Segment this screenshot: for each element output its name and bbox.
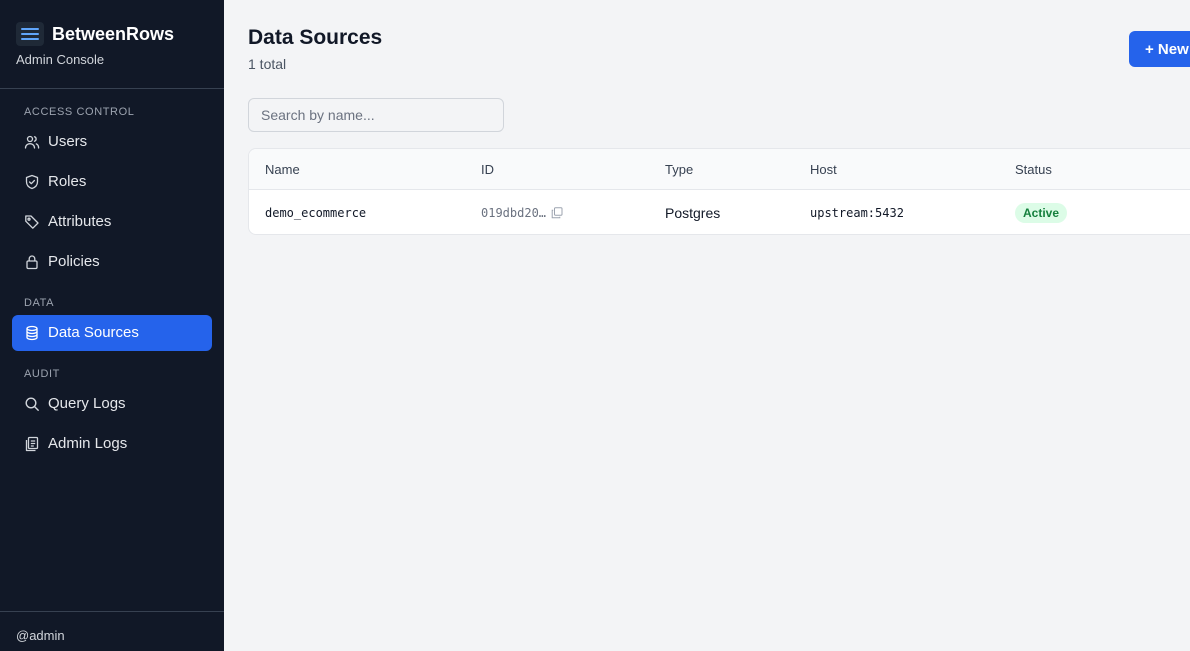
tag-icon xyxy=(25,215,39,229)
column-header-type[interactable]: Type xyxy=(665,162,693,177)
sidebar: BetweenRows Admin Console ACCESS CONTROL… xyxy=(0,0,224,651)
column-header-name[interactable]: Name xyxy=(265,162,300,177)
sidebar-item-data-sources[interactable]: Data Sources xyxy=(12,315,212,351)
sidebar-item-query-logs[interactable]: Query Logs xyxy=(12,386,212,422)
column-header-status[interactable]: Status xyxy=(1015,162,1052,177)
sidebar-item-attributes[interactable]: Attributes xyxy=(12,204,212,240)
lock-icon xyxy=(26,255,38,270)
search-icon xyxy=(25,397,39,411)
cell-id: 019dbd20… xyxy=(481,206,547,220)
cell-host: upstream:5432 xyxy=(810,206,904,220)
search-input[interactable] xyxy=(248,98,504,132)
sidebar-item-policies[interactable]: Policies xyxy=(12,244,212,280)
new-data-source-button[interactable]: + New xyxy=(1129,31,1190,67)
table-row[interactable]: demo_ecommerce 019dbd20… Postgres upstre… xyxy=(249,190,1190,234)
data-sources-table: Name ID Type Host Status demo_ecommerce … xyxy=(248,148,1190,235)
section-label-access-control: ACCESS CONTROL xyxy=(24,106,135,118)
status-badge: Active xyxy=(1015,203,1068,223)
sidebar-footer-divider xyxy=(0,611,224,612)
clipboard-icon xyxy=(25,436,39,452)
sidebar-item-users[interactable]: Users xyxy=(12,124,212,160)
sidebar-item-roles[interactable]: Roles xyxy=(12,164,212,200)
total-count: 1 total xyxy=(248,56,287,72)
column-header-host[interactable]: Host xyxy=(810,162,837,177)
sidebar-item-label: Policies xyxy=(48,253,100,270)
table-header: Name ID Type Host Status xyxy=(249,149,1190,190)
cell-name[interactable]: demo_ecommerce xyxy=(265,206,366,220)
sidebar-item-label: Query Logs xyxy=(48,395,126,412)
brand-title: BetweenRows xyxy=(52,24,175,44)
page-title: Data Sources xyxy=(248,26,383,49)
brand: BetweenRows Admin Console xyxy=(16,18,208,74)
column-header-id[interactable]: ID xyxy=(481,162,494,177)
section-label-audit: AUDIT xyxy=(24,368,60,380)
users-icon xyxy=(24,135,40,149)
menu-icon[interactable] xyxy=(16,22,44,46)
main-content: Data Sources 1 total + New Name ID Type … xyxy=(224,0,1190,651)
cell-type: Postgres xyxy=(665,205,721,221)
section-label-data: DATA xyxy=(24,297,55,309)
sidebar-item-admin-logs[interactable]: Admin Logs xyxy=(12,426,212,462)
sidebar-item-label: Roles xyxy=(48,173,87,190)
sidebar-item-label: Attributes xyxy=(48,213,112,230)
shield-icon xyxy=(25,174,39,190)
sidebar-item-label: Data Sources xyxy=(48,324,139,341)
sidebar-item-label: Admin Logs xyxy=(48,435,128,452)
database-icon xyxy=(26,325,38,341)
sidebar-item-label: Users xyxy=(48,133,88,150)
current-user[interactable]: @admin xyxy=(16,628,65,643)
sidebar-divider xyxy=(0,88,224,89)
copy-icon[interactable] xyxy=(551,207,563,219)
brand-subtitle: Admin Console xyxy=(16,52,105,67)
